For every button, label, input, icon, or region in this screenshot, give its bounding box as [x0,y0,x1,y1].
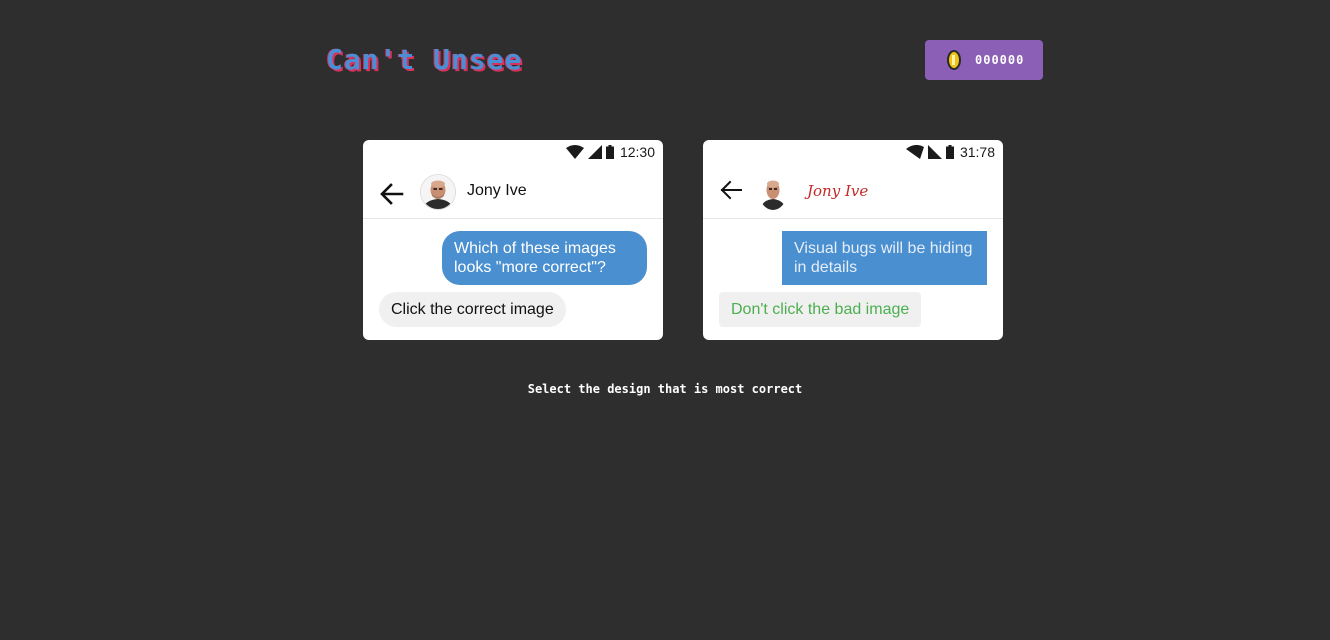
back-arrow-icon[interactable] [379,181,405,207]
logo: Can't Unsee [326,43,523,76]
incoming-message-bubble: Don't click the bad image [719,292,922,327]
chat-header: Jony Ive [363,172,663,219]
signal-icon [927,145,942,159]
avatar [759,174,787,210]
avatar [420,174,456,210]
battery-icon [945,145,954,159]
game-page: Can't Unsee 000000 12:30 Jony Ive Which … [0,0,1330,640]
wifi-icon [565,145,584,159]
coin-count: 000000 [975,53,1025,67]
contact-name: Jony Ive [807,182,869,200]
status-bar: 12:30 [565,140,655,164]
status-time: 12:30 [619,144,655,160]
incoming-message-bubble: Click the correct image [379,292,566,327]
signal-icon [587,145,602,159]
outgoing-message-bubble: Which of these images looks "more correc… [442,231,647,285]
wifi-icon [905,145,924,159]
contact-name: Jony Ive [467,182,527,199]
status-bar: 31:78 [905,140,995,164]
option-card-right[interactable]: 31:78 Jony Ive Visual bugs will be hidin… [703,140,1003,340]
instruction-text: Select the design that is most correct [527,382,803,396]
option-card-left[interactable]: 12:30 Jony Ive Which of these images loo… [363,140,663,340]
chat-header: Jony Ive [703,172,1003,219]
outgoing-message-bubble: Visual bugs will be hiding in details [782,231,987,285]
battery-icon [605,145,614,159]
status-time: 31:78 [959,144,995,160]
coin-icon [947,50,961,70]
coin-counter: 000000 [925,40,1043,80]
back-arrow-icon[interactable] [718,177,744,203]
